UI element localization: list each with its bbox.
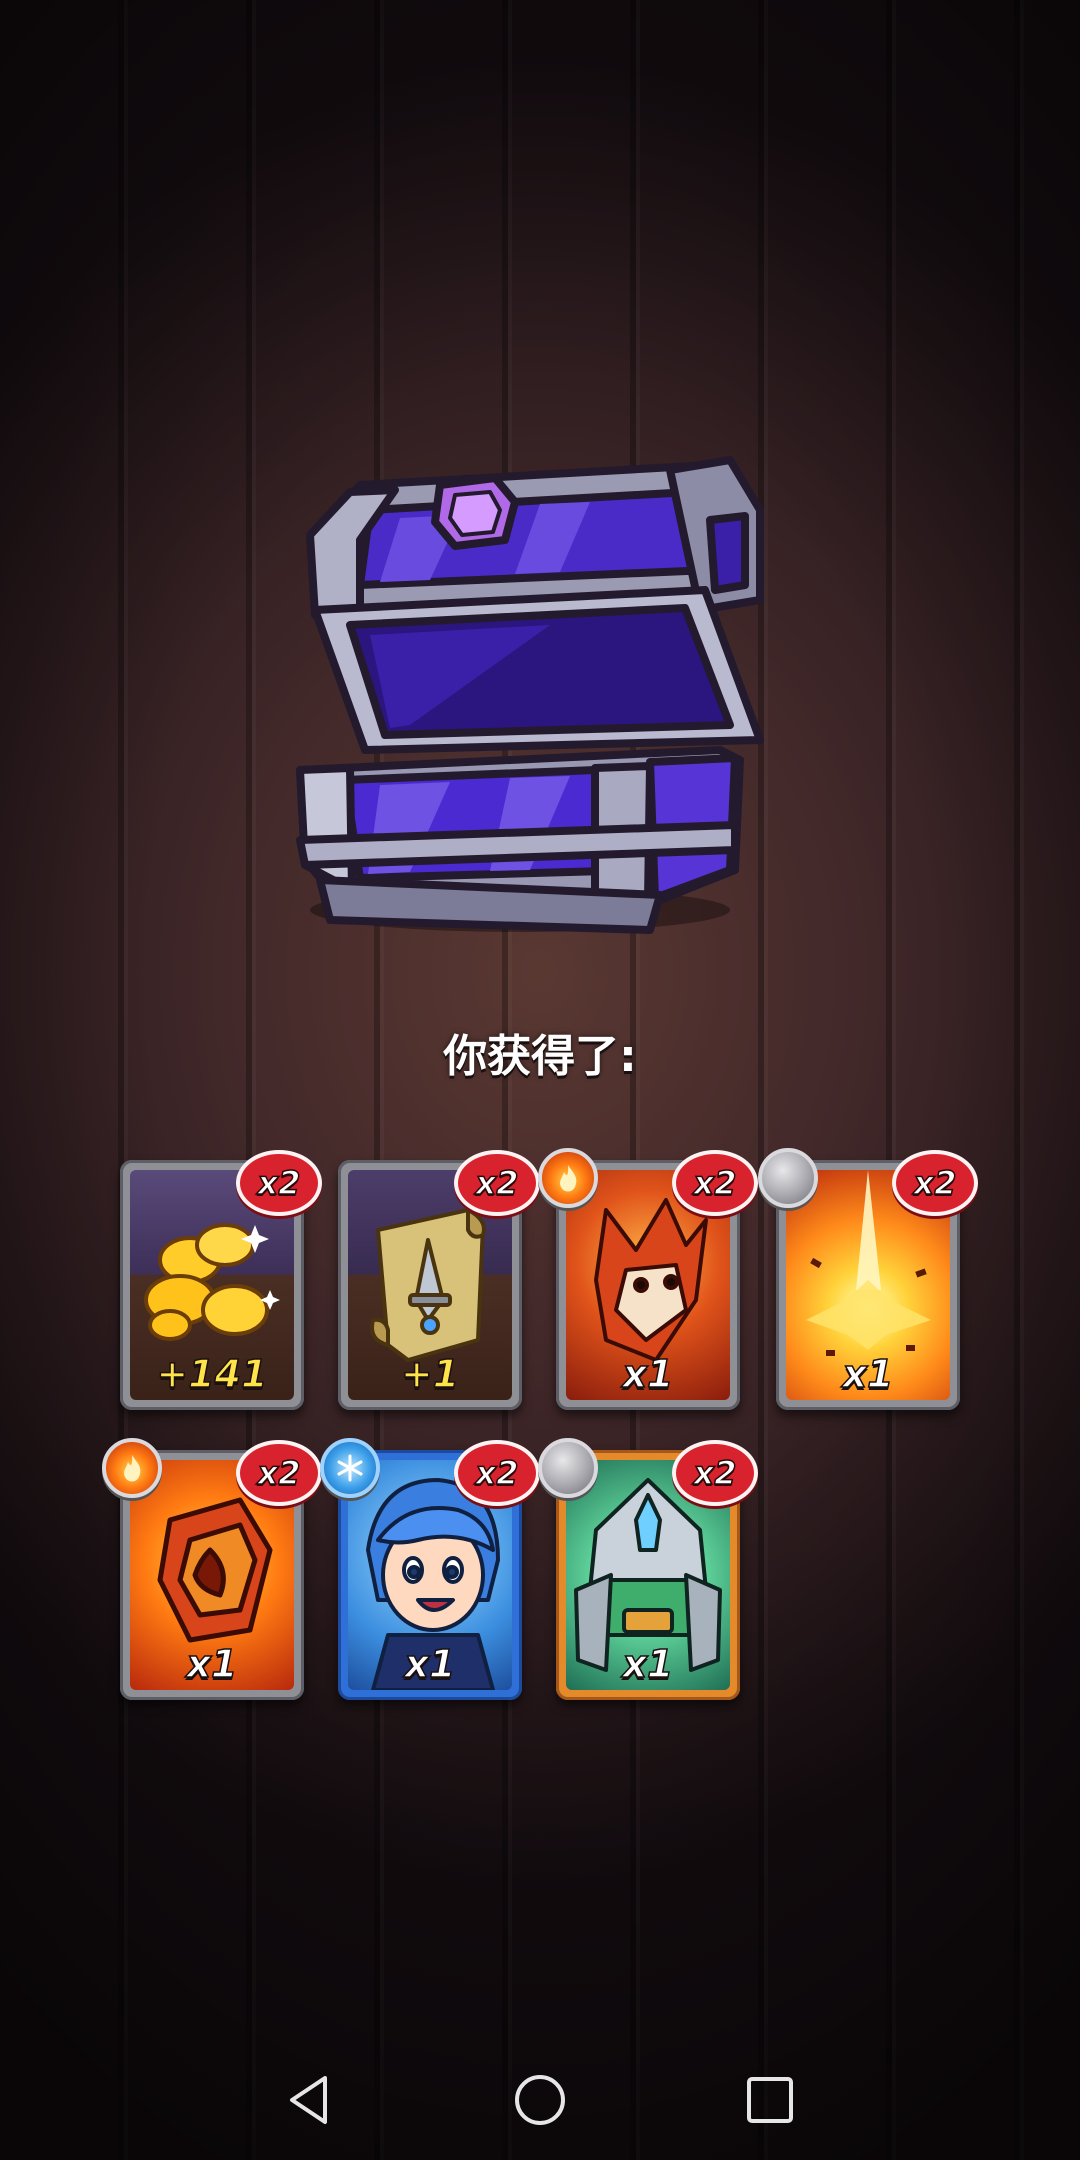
ice-element-icon <box>320 1438 380 1498</box>
card-amount: x1 <box>186 1641 238 1687</box>
fire-fox-hero-card[interactable]: x1 x2 <box>538 1148 758 1410</box>
reward-title: 你获得了: <box>443 1031 637 1082</box>
knight-hero-card[interactable]: x1 x2 <box>538 1438 758 1700</box>
home-circle-icon[interactable] <box>510 2070 570 2130</box>
count-badge: x2 <box>672 1440 758 1506</box>
count-badge: x2 <box>236 1150 322 1216</box>
system-nav-bar <box>0 2040 1080 2160</box>
treasure-chest-icon <box>296 456 764 934</box>
count-badge: x2 <box>892 1150 978 1216</box>
fire-shield-card[interactable]: x1 x2 <box>102 1438 322 1700</box>
ice-girl-hero-card[interactable]: x1 x2 <box>320 1438 540 1700</box>
count-badge: x2 <box>672 1150 758 1216</box>
stone-element-icon <box>758 1148 818 1208</box>
count-badge: x2 <box>454 1440 540 1506</box>
gold-coins-card[interactable]: +141 x2 <box>120 1150 322 1410</box>
recents-square-icon[interactable] <box>740 2070 800 2130</box>
card-amount: +1 <box>400 1351 460 1397</box>
card-amount: x1 <box>622 1641 674 1687</box>
card-amount: x1 <box>404 1641 456 1687</box>
explosion-spell-card[interactable]: x1 x2 <box>758 1148 978 1410</box>
card-amount: x1 <box>842 1351 894 1397</box>
fire-element-icon <box>538 1148 598 1208</box>
scroll-card[interactable]: +1 x2 <box>338 1150 540 1410</box>
count-badge: x2 <box>454 1150 540 1216</box>
back-triangle-icon[interactable] <box>280 2070 340 2130</box>
card-amount: x1 <box>622 1351 674 1397</box>
stone-element-icon <box>538 1438 598 1498</box>
count-badge: x2 <box>236 1440 322 1506</box>
card-amount: +141 <box>156 1351 269 1397</box>
fire-element-icon <box>102 1438 162 1498</box>
